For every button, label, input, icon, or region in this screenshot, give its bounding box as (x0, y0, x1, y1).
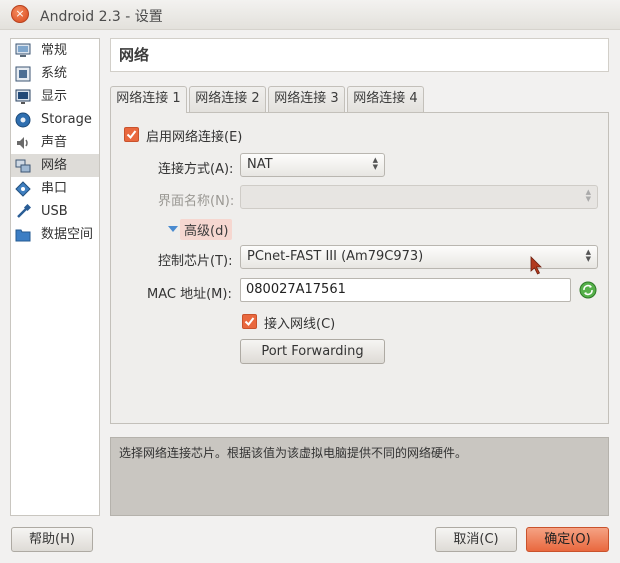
speaker-icon (17, 137, 28, 149)
advanced-label: 高级(d) (180, 219, 233, 240)
display-icon (15, 89, 31, 104)
description-box: 选择网络连接芯片。根据该值为该虚拟电脑提供不同的网络硬件。 (110, 437, 609, 516)
cancel-button[interactable]: 取消(C) (435, 527, 517, 552)
sidebar-item-label: USB (41, 204, 68, 219)
sidebar-item-serial[interactable]: 串口 (11, 177, 99, 200)
tab-adapter-2[interactable]: 网络连接 2 (189, 86, 266, 112)
tab-adapter-4[interactable]: 网络连接 4 (347, 86, 424, 112)
sidebar-item-label: 显示 (41, 89, 68, 104)
help-button[interactable]: 帮助(H) (11, 527, 93, 552)
tab-adapter-3[interactable]: 网络连接 3 (268, 86, 345, 112)
advanced-expander[interactable]: 高级(d) (168, 219, 248, 240)
check-icon (126, 130, 137, 140)
attach-mode-value: NAT (247, 157, 273, 172)
title-bar: × Android 2.3 - 设置 (0, 0, 620, 30)
sidebar-item-audio[interactable]: 声音 (11, 131, 99, 154)
mouse-cursor-icon (530, 256, 542, 275)
mac-address-input[interactable]: 080027A17561 (240, 278, 571, 302)
folder-icon (15, 229, 31, 242)
sidebar-item-display[interactable]: 显示 (11, 85, 99, 108)
page-title: 网络 (110, 38, 609, 72)
attach-mode-select[interactable]: NAT ▲ ▼ (240, 153, 385, 177)
check-icon (244, 317, 255, 327)
ok-button[interactable]: 确定(O) (526, 527, 609, 552)
sidebar-item-label: 系统 (41, 66, 68, 81)
serial-icon (15, 181, 31, 197)
expander-triangle-icon (168, 226, 178, 232)
attach-label: 连接方式(A): (158, 162, 234, 177)
sidebar-item-system[interactable]: 系统 (11, 62, 99, 85)
sidebar-item-label: 数据空间 (41, 227, 94, 242)
sidebar-item-general[interactable]: 常规 (11, 39, 99, 62)
monitor-icon (15, 43, 31, 57)
sidebar-item-label: 常规 (41, 43, 68, 58)
settings-sidebar: 常规 系统 显示 Storage 声音 网络 串口 USB 数据空间 (10, 38, 100, 516)
mac-address-label: MAC 地址(M): (147, 287, 232, 302)
sidebar-item-label: Storage (41, 112, 92, 127)
cable-connected-checkbox[interactable] (242, 314, 257, 329)
updown-icon: ▲ ▼ (372, 156, 378, 171)
sidebar-item-label: 声音 (41, 135, 68, 150)
usb-icon (17, 204, 31, 218)
cable-connected-label: 接入网线(C) (264, 317, 336, 332)
enable-adapter-checkbox[interactable] (124, 127, 139, 142)
sidebar-item-label: 串口 (41, 181, 68, 196)
window-title: Android 2.3 - 设置 (40, 9, 163, 25)
enable-adapter-label: 启用网络连接(E) (146, 130, 243, 145)
sidebar-item-usb[interactable]: USB (11, 200, 99, 223)
sidebar-item-storage[interactable]: Storage (11, 108, 99, 131)
tab-adapter-1[interactable]: 网络连接 1 (110, 86, 187, 113)
port-forwarding-button[interactable]: Port Forwarding (240, 339, 385, 364)
interface-name-select[interactable]: ▲ ▼ (240, 185, 598, 209)
adapter-type-label: 控制芯片(T): (158, 254, 233, 269)
chip-icon (15, 66, 31, 82)
sidebar-item-network[interactable]: 网络 (11, 154, 99, 177)
adapter-type-value: PCnet-FAST III (Am79C973) (247, 249, 424, 264)
network-icon (15, 159, 31, 173)
disk-icon (15, 112, 31, 128)
sidebar-item-shared-folders[interactable]: 数据空间 (11, 223, 99, 246)
sidebar-item-label: 网络 (41, 158, 68, 173)
close-icon[interactable]: × (11, 5, 29, 23)
refresh-icon[interactable] (579, 281, 597, 299)
updown-icon: ▲ ▼ (585, 248, 591, 263)
interface-name-label: 界面名称(N): (158, 194, 235, 209)
updown-icon: ▲ ▼ (585, 188, 591, 203)
adapter-type-select[interactable]: PCnet-FAST III (Am79C973) ▲ ▼ (240, 245, 598, 269)
settings-window: × Android 2.3 - 设置 常规 系统 显示 Storage 声音 网… (0, 0, 620, 563)
